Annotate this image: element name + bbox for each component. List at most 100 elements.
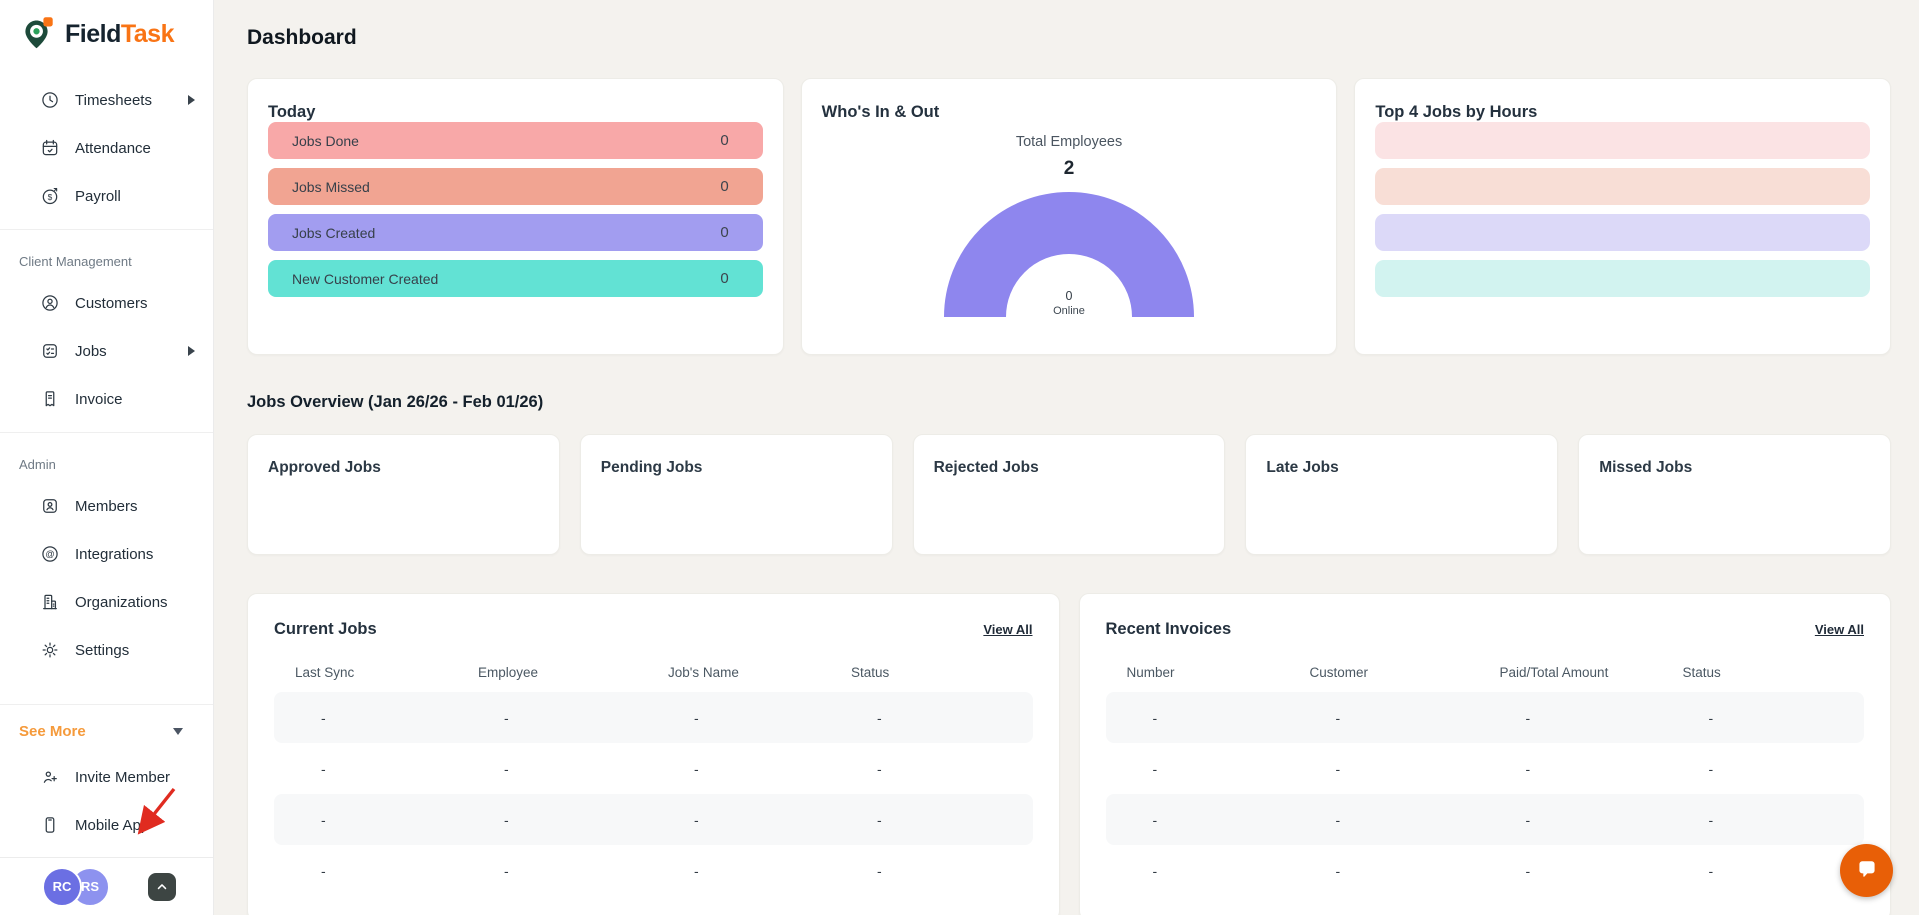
fieldtask-logo-icon [25, 17, 53, 49]
table-cell: - [1525, 862, 1531, 879]
svg-text:@: @ [45, 549, 54, 559]
user-plus-icon [40, 767, 60, 787]
sidebar-item-timesheets[interactable]: Timesheets [0, 76, 213, 124]
sidebar-item-integrations[interactable]: @ Integrations [0, 530, 213, 578]
today-card-title: Today [268, 103, 316, 121]
sidebar-item-organizations[interactable]: Organizations [0, 578, 213, 626]
sidebar-item-invoice[interactable]: Invoice [0, 375, 213, 423]
table-cell: - [321, 862, 326, 879]
table-row: - - - - [274, 692, 1033, 743]
sidebar-item-label: Attendance [75, 139, 151, 157]
brand-field: Field [65, 19, 121, 48]
sidebar-item-label: Payroll [75, 187, 121, 205]
table-cell: - [504, 760, 509, 777]
chevron-right-icon [188, 95, 195, 105]
sidebar-item-customers[interactable]: Customers [0, 279, 213, 327]
top-cards-row: Today Jobs Done 0 Jobs Missed 0 Jobs Cre… [247, 78, 1892, 355]
calendar-check-icon [40, 138, 60, 158]
sidebar-item-invite-member[interactable]: Invite Member [0, 753, 213, 801]
table-cell: - [1708, 709, 1714, 726]
receipt-icon [40, 389, 60, 409]
overview-card-label: Rejected Jobs [933, 459, 1039, 476]
page-title: Dashboard [247, 26, 357, 49]
svg-text:$: $ [48, 192, 53, 202]
table-cell: - [321, 709, 326, 726]
table-cell: - [1335, 709, 1341, 726]
recent-invoices-card: Recent Invoices View All Number Customer… [1078, 593, 1891, 915]
online-count: 0 [1065, 289, 1073, 303]
sidebar-item-label: Organizations [75, 593, 168, 611]
chat-launcher-button[interactable] [1840, 844, 1893, 897]
top-job-bar [1375, 122, 1871, 159]
collapse-button[interactable] [148, 872, 176, 901]
sidebar-item-label: Jobs [75, 342, 107, 360]
stat-bar-jobs-created: Jobs Created 0 [268, 214, 763, 251]
jobs-overview-row: Approved Jobs Pending Jobs Rejected Jobs… [247, 434, 1891, 555]
brand-name: FieldTask [65, 20, 174, 49]
table-cell: - [504, 709, 509, 726]
sidebar-footer: RC RS [0, 857, 213, 915]
recent-invoices-view-all-link[interactable]: View All [1815, 622, 1864, 637]
table-cell: - [877, 862, 882, 879]
whos-in-out-card: Who's In & Out Total Employees 2 0 Onlin… [800, 78, 1338, 355]
table-cell: - [694, 862, 699, 879]
sidebar-item-members[interactable]: Members [0, 482, 213, 530]
table-cell: - [504, 811, 509, 828]
table-cell: - [877, 760, 882, 777]
sidebar-item-payroll[interactable]: $ Payroll [0, 172, 213, 220]
table-cell: - [321, 760, 326, 777]
sidebar-item-attendance[interactable]: Attendance [0, 124, 213, 172]
table-row: - - - - [274, 743, 1033, 794]
user-card-icon [40, 496, 60, 516]
chevron-right-icon [188, 346, 195, 356]
see-more-toggle[interactable]: See More [0, 709, 213, 753]
late-jobs-card: Late Jobs [1245, 434, 1559, 555]
stat-label: Jobs Missed [292, 178, 370, 195]
sidebar-item-settings[interactable]: Settings [0, 626, 213, 674]
table-cell: - [1335, 862, 1341, 879]
top-jobs-title: Top 4 Jobs by Hours [1375, 103, 1538, 121]
recent-invoices-table-body: - - - - - - - - - - - - - - - - [1105, 692, 1865, 896]
stat-value: 0 [720, 178, 729, 195]
column-header: Paid/Total Amount [1499, 665, 1609, 680]
table-cell: - [321, 811, 326, 828]
table-cell: - [1152, 811, 1158, 828]
main-content: Dashboard Today Jobs Done 0 Jobs Missed … [214, 0, 1919, 915]
column-header: Number [1126, 665, 1175, 680]
online-label: Online [1053, 305, 1085, 317]
sidebar-item-mobile-app[interactable]: Mobile App [0, 801, 213, 849]
stat-bar-jobs-done: Jobs Done 0 [268, 122, 763, 159]
dollar-circle-icon: $ [40, 186, 60, 206]
table-cell: - [1152, 709, 1158, 726]
tables-row: Current Jobs View All Last Sync Employee… [247, 593, 1891, 915]
column-header: Last Sync [295, 665, 355, 680]
table-cell: - [1525, 760, 1531, 777]
column-header: Employee [478, 665, 539, 680]
total-employees-value: 2 [1063, 158, 1075, 179]
table-cell: - [1708, 862, 1714, 879]
section-label-admin: Admin [19, 457, 56, 472]
sidebar: FieldTask Timesheets Attendance $ Payrol… [0, 0, 214, 915]
jobs-overview-title: Jobs Overview (Jan 26/26 - Feb 01/26) [247, 393, 544, 411]
table-cell: - [1525, 811, 1531, 828]
column-header: Status [851, 665, 890, 680]
stat-label: Jobs Done [292, 132, 359, 149]
stat-value: 0 [720, 224, 729, 241]
employees-donut-chart: 0 Online [944, 192, 1194, 317]
brand-logo[interactable]: FieldTask [0, 0, 213, 52]
top-job-bar [1375, 168, 1871, 205]
sidebar-item-label: Members [75, 497, 138, 515]
avatar[interactable]: RC [42, 866, 82, 907]
table-row: - - - - [274, 845, 1033, 896]
chevron-up-icon [157, 883, 167, 889]
table-row: - - - - [1106, 743, 1865, 794]
overview-card-label: Approved Jobs [268, 459, 381, 476]
current-jobs-view-all-link[interactable]: View All [983, 622, 1032, 637]
approved-jobs-card: Approved Jobs [247, 434, 560, 555]
sidebar-item-jobs[interactable]: Jobs [0, 327, 213, 375]
stat-value: 0 [720, 132, 729, 149]
smartphone-icon [40, 815, 60, 835]
table-cell: - [694, 760, 699, 777]
sidebar-divider [0, 704, 213, 705]
top-job-bar [1375, 214, 1871, 251]
